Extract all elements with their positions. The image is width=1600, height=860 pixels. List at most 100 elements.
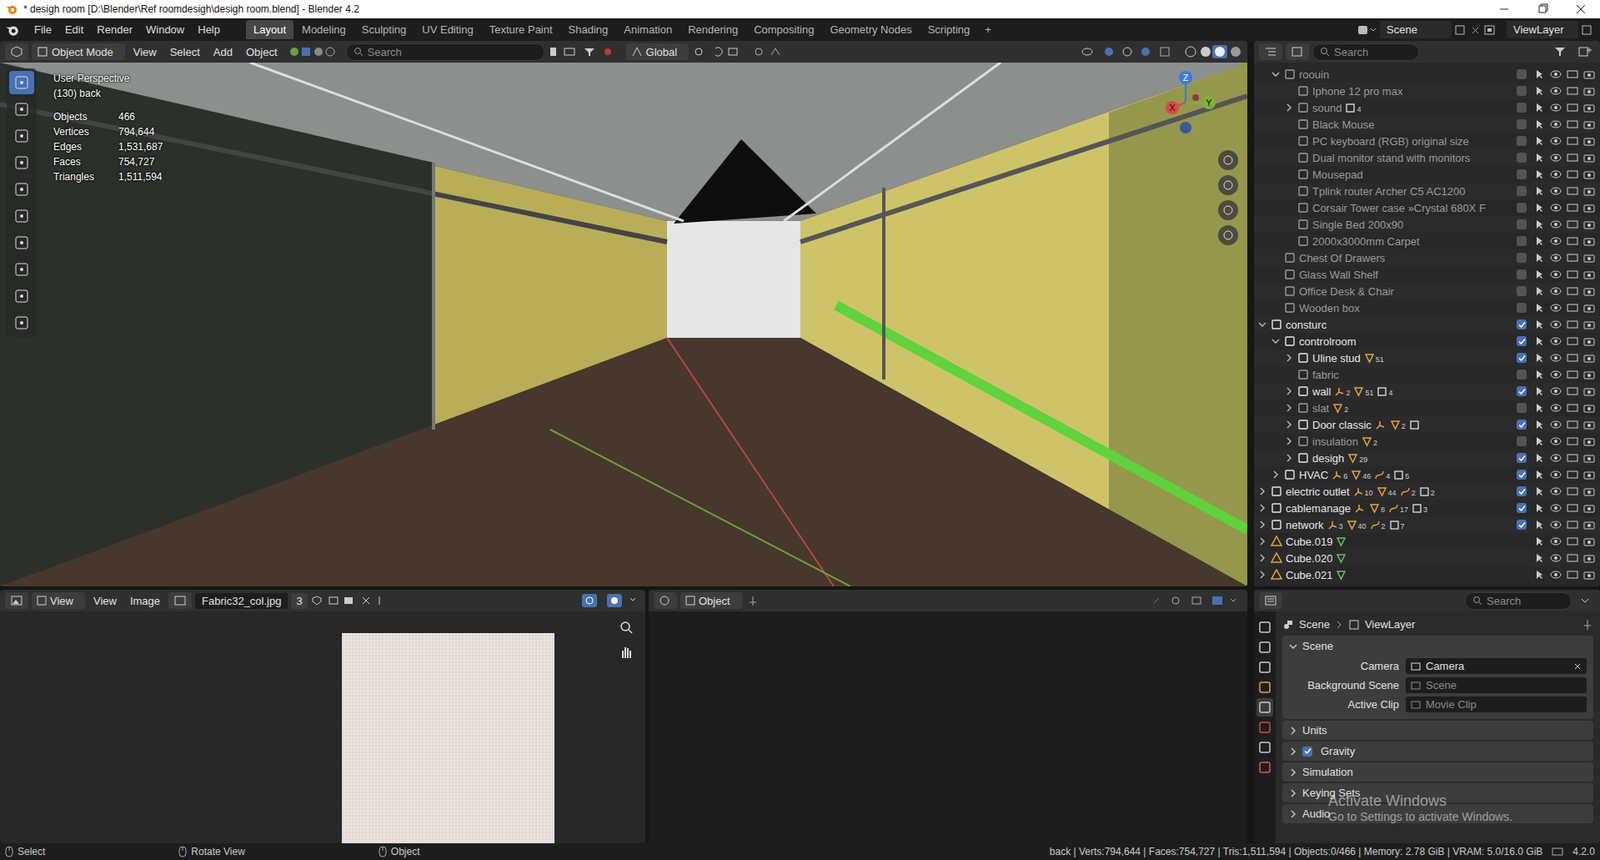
properties-tab-icon[interactable]: [1256, 717, 1274, 737]
new-collection-icon[interactable]: [1576, 45, 1595, 58]
eye-icon[interactable]: [1548, 451, 1564, 464]
selectable-icon[interactable]: [1531, 118, 1547, 131]
collapsed-arrow-icon[interactable]: [1284, 453, 1294, 462]
selectable-icon[interactable]: [1531, 418, 1547, 431]
eye-icon[interactable]: [1548, 85, 1564, 97]
render-icon[interactable]: [1581, 468, 1597, 481]
outliner-row[interactable]: electric outlet 10 44 2 2: [1253, 482, 1600, 500]
tool-icon[interactable]: [9, 97, 35, 121]
render-icon[interactable]: [1581, 101, 1597, 114]
clear-icon[interactable]: [1573, 662, 1582, 671]
collapsed-arrow-icon[interactable]: [1258, 520, 1267, 529]
tool-icon[interactable]: [9, 70, 35, 95]
outliner-row[interactable]: Office Desk & Chair: [1253, 282, 1600, 300]
outliner-row[interactable]: slat 2: [1253, 399, 1600, 417]
eye-icon[interactable]: [1548, 168, 1564, 181]
render-icon[interactable]: [1581, 85, 1597, 97]
viewport-disable-icon[interactable]: [1564, 151, 1580, 164]
render-icon[interactable]: [1581, 518, 1597, 531]
selectable-icon[interactable]: [1531, 235, 1547, 247]
selectable-icon[interactable]: [1531, 218, 1547, 231]
exclude-checkbox[interactable]: [1516, 486, 1527, 497]
exclude-checkbox[interactable]: [1516, 452, 1527, 463]
eye-icon[interactable]: [1548, 435, 1564, 447]
collapsed-arrow-icon[interactable]: [1258, 486, 1267, 496]
collapsed-arrow-icon[interactable]: [1258, 536, 1267, 546]
shading-modes-icon[interactable]: [1158, 45, 1243, 59]
outliner-row[interactable]: fabric: [1253, 366, 1600, 383]
tool-icon[interactable]: [9, 257, 35, 281]
render-icon[interactable]: [1581, 235, 1597, 247]
outliner-row[interactable]: sound 4: [1253, 99, 1600, 116]
panel-header[interactable]: Scene: [1282, 635, 1594, 657]
eye-icon[interactable]: [1548, 218, 1564, 231]
viewport-menu[interactable]: Select: [165, 44, 206, 61]
selectable-icon[interactable]: [1531, 268, 1547, 281]
outliner-row[interactable]: Glass Wall Shelf: [1253, 265, 1600, 283]
collapsed-arrow-icon[interactable]: [1284, 386, 1294, 396]
selectable-icon[interactable]: [1531, 501, 1547, 514]
render-icon[interactable]: [1581, 151, 1597, 164]
remove-scene-icon[interactable]: [1469, 23, 1482, 37]
selectable-icon[interactable]: [1531, 385, 1547, 397]
new-view-layer-icon[interactable]: [1579, 23, 1595, 37]
editor-type-dropdown[interactable]: [653, 591, 678, 609]
viewport-disable-icon[interactable]: [1564, 468, 1580, 481]
tool-icon[interactable]: [9, 230, 35, 255]
eye-icon[interactable]: [1548, 118, 1564, 131]
eye-icon[interactable]: [1548, 151, 1564, 164]
selectable-icon[interactable]: [1531, 185, 1547, 197]
browse-image-dropdown[interactable]: [168, 591, 192, 609]
add-workspace-button[interactable]: +: [978, 20, 999, 39]
exclude-checkbox[interactable]: [1516, 336, 1527, 347]
exclude-checkbox[interactable]: [1516, 369, 1527, 380]
viewport-disable-icon[interactable]: [1564, 568, 1580, 581]
render-icon[interactable]: [1581, 318, 1597, 331]
orientation-dropdown[interactable]: Global: [626, 43, 690, 61]
new-scene-icon[interactable]: [1453, 23, 1469, 37]
tool-icon[interactable]: [9, 124, 35, 148]
eye-icon[interactable]: [1548, 368, 1564, 381]
exclude-checkbox[interactable]: [1516, 85, 1527, 96]
selectable-icon[interactable]: [1531, 135, 1547, 147]
viewport-disable-icon[interactable]: [1564, 301, 1580, 314]
selectable-icon[interactable]: [1531, 168, 1547, 181]
selectable-icon[interactable]: [1531, 285, 1547, 297]
selectable-icon[interactable]: [1531, 101, 1547, 114]
selectable-icon[interactable]: [1531, 335, 1547, 347]
blender-menu-icon[interactable]: [5, 23, 21, 37]
workspace-tab[interactable]: Texture Paint: [481, 20, 561, 40]
exclude-checkbox[interactable]: [1516, 402, 1527, 413]
expanded-arrow-icon[interactable]: [1258, 320, 1267, 329]
render-icon[interactable]: [1581, 501, 1597, 514]
image-users[interactable]: 3: [290, 592, 307, 609]
viewport-disable-icon[interactable]: [1564, 251, 1580, 264]
selectable-icon[interactable]: [1531, 85, 1547, 97]
viewport-disable-icon[interactable]: [1564, 535, 1580, 547]
eye-icon[interactable]: [1548, 285, 1564, 297]
outliner-row[interactable]: Wooden box: [1253, 299, 1600, 316]
eye-icon[interactable]: [1548, 68, 1564, 81]
selectable-icon[interactable]: [1531, 468, 1547, 481]
context-dropdown[interactable]: Object: [680, 591, 743, 609]
selectable-icon[interactable]: [1531, 151, 1547, 164]
exclude-checkbox[interactable]: [1516, 302, 1527, 313]
render-icon[interactable]: [1581, 385, 1597, 397]
workspace-tab[interactable]: Sculpting: [354, 20, 414, 40]
render-icon[interactable]: [1581, 201, 1597, 214]
workspace-tab[interactable]: Compositing: [746, 20, 822, 40]
expanded-arrow-icon[interactable]: [1271, 336, 1280, 346]
render-icon[interactable]: [1581, 135, 1597, 147]
workspace-tab[interactable]: Modeling: [294, 20, 354, 40]
viewport-disable-icon[interactable]: [1564, 418, 1580, 431]
properties-search[interactable]: Search: [1464, 591, 1572, 610]
nav-button-icon[interactable]: [1217, 199, 1239, 221]
editor-type-dropdown[interactable]: [5, 591, 29, 609]
viewport-disable-icon[interactable]: [1564, 435, 1580, 447]
collapsed-arrow-icon[interactable]: [1284, 353, 1294, 362]
outliner-row[interactable]: HVAC 6 46 4 5: [1253, 466, 1600, 483]
scene-icon[interactable]: [1356, 23, 1379, 37]
viewport-disable-icon[interactable]: [1564, 401, 1580, 414]
viewport-disable-icon[interactable]: [1564, 351, 1580, 364]
workspace-tab[interactable]: Geometry Nodes: [822, 20, 919, 40]
